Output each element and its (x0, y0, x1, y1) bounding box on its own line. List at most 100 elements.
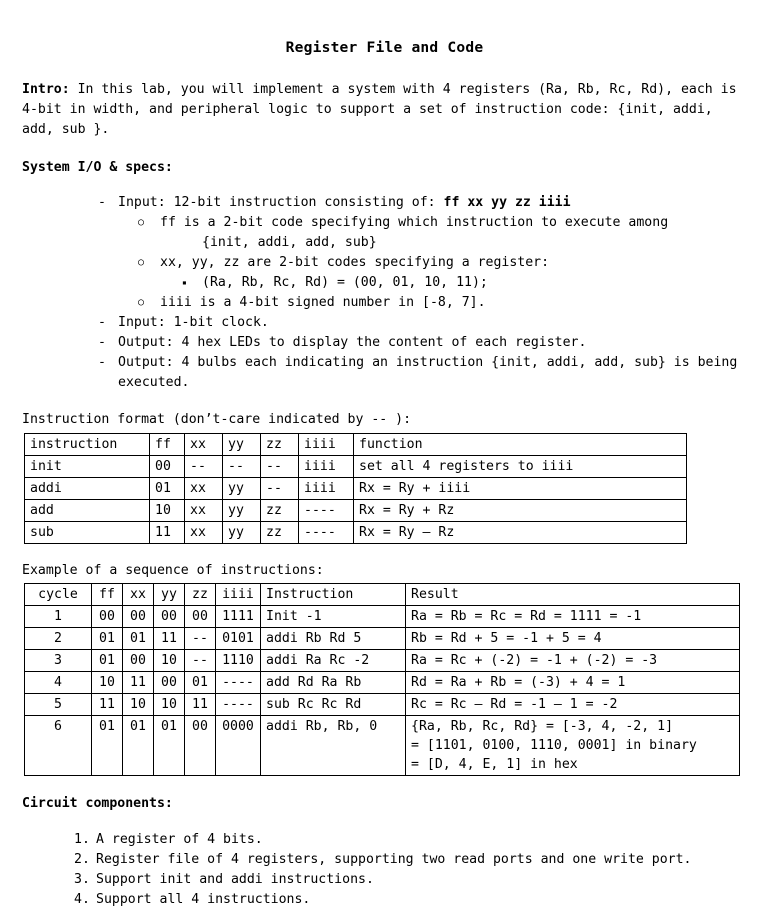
specs-list: - Input: 12-bit instruction consisting of… (22, 177, 747, 393)
cell-ff: 01 (91, 649, 123, 672)
cell-instruction: add Rd Ra Rb (260, 671, 406, 694)
spec-xyz-text: xx, yy, zz are 2-bit codes specifying a … (160, 255, 550, 270)
components-list: A register of 4 bits. Register file of 4… (22, 814, 747, 910)
column-header-ff: ff (149, 432, 185, 456)
cell-iiii: 0000 (215, 715, 261, 776)
intro-paragraph: Intro: In this lab, you will implement a… (22, 58, 747, 140)
cell-instruction: addi Ra Rc -2 (260, 649, 406, 672)
table-row: 1 00 00 00 00 1111 Init -1 Ra = Rb = Rc … (24, 605, 740, 628)
cell-zz: 11 (184, 693, 216, 716)
column-header-cycle: cycle (24, 583, 92, 606)
table-header-row: cycle ff xx yy zz iiii Instruction Resul… (24, 583, 740, 606)
intro-text: In this lab, you will implement a system… (22, 81, 737, 137)
cell-yy: yy (222, 476, 261, 500)
column-header-function: function (353, 432, 687, 456)
spec-output-leds-text: Output: 4 hex LEDs to display the conten… (118, 335, 587, 350)
cell-yy: 00 (153, 605, 185, 628)
spec-item-xyz: ○ xx, yy, zz are 2-bit codes specifying a… (118, 253, 747, 293)
table-row: 4 10 11 00 01 ---- add Rd Ra Rb Rd = Ra … (24, 671, 740, 694)
cell-iiii: ---- (298, 498, 354, 522)
instruction-format-table: instruction ff xx yy zz iiii function in… (24, 432, 687, 544)
cell-yy: yy (222, 498, 261, 522)
table-row: 5 11 10 10 11 ---- sub Rc Rc Rd Rc = Rc … (24, 693, 740, 716)
cell-ff: 10 (149, 498, 185, 522)
cell-function: set all 4 registers to iiii (353, 454, 687, 478)
cell-cycle: 6 (24, 715, 92, 776)
cell-zz: 00 (184, 715, 216, 776)
cell-zz: 00 (184, 605, 216, 628)
table-row: init 00 -- -- -- iiii set all 4 register… (24, 454, 687, 478)
dash-bullet-icon: - (98, 195, 106, 210)
table-row: 3 01 00 10 -- 1110 addi Ra Rc -2 Ra = Rc… (24, 649, 740, 672)
cell-result: {Ra, Rb, Rc, Rd} = [-3, 4, -2, 1] = [110… (405, 715, 740, 776)
spec-item-ff: ○ ff is a 2-bit code specifying which ins… (118, 213, 747, 253)
table-header-row: instruction ff xx yy zz iiii function (24, 432, 687, 456)
cell-iiii: ---- (215, 671, 261, 694)
cell-instruction: Init -1 (260, 605, 406, 628)
cell-result: Rb = Rd + 5 = -1 + 5 = 4 (405, 627, 740, 650)
spec-item-input-instruction: - Input: 12-bit instruction consisting of… (22, 193, 747, 313)
spec-item-output-bulbs: - Output: 4 bulbs each indicating an inst… (22, 353, 747, 393)
cell-result: Ra = Rb = Rc = Rd = 1111 = -1 (405, 605, 740, 628)
cell-cycle: 2 (24, 627, 92, 650)
cell-yy: 00 (153, 671, 185, 694)
dash-bullet-icon: - (98, 355, 106, 370)
cell-xx: 10 (122, 693, 154, 716)
square-bullet-icon: ▪ (182, 278, 187, 287)
specs-sublist: ○ ff is a 2-bit code specifying which ins… (118, 213, 747, 313)
spec-input-instruction-text: Input: 12-bit instruction consisting of: (118, 195, 444, 210)
list-item: Register file of 4 registers, supporting… (74, 850, 692, 870)
table-row: 2 01 01 11 -- 0101 addi Rb Rd 5 Rb = Rd … (24, 627, 740, 650)
list-item: Support all 4 instructions. (74, 890, 311, 910)
cell-result: Rd = Ra + Rb = (-3) + 4 = 1 (405, 671, 740, 694)
column-header-xx: xx (122, 583, 154, 606)
column-header-yy: yy (222, 432, 261, 456)
cell-xx: 00 (122, 649, 154, 672)
spec-input-clock-text: Input: 1-bit clock. (118, 315, 269, 330)
cell-yy: 11 (153, 627, 185, 650)
column-header-xx: xx (184, 432, 223, 456)
column-header-iiii: iiii (215, 583, 261, 606)
cell-function: Rx = Ry + Rz (353, 498, 687, 522)
cell-ff: 11 (91, 693, 123, 716)
cell-cycle: 5 (24, 693, 92, 716)
cell-xx: -- (184, 454, 223, 478)
cell-iiii: iiii (298, 454, 354, 478)
cell-ff: 01 (149, 476, 185, 500)
cell-result: Rc = Rc – Rd = -1 – 1 = -2 (405, 693, 740, 716)
cell-zz: -- (184, 649, 216, 672)
cell-iiii: 0101 (215, 627, 261, 650)
cell-xx: xx (184, 498, 223, 522)
circle-bullet-icon: ○ (138, 217, 145, 228)
list-item: A register of 4 bits. (74, 830, 263, 850)
spec-ff-continuation: {init, addi, add, sub} (202, 235, 377, 250)
cell-xx: 00 (122, 605, 154, 628)
spec-item-register-encoding: ▪ (Ra, Rb, Rc, Rd) = (00, 01, 10, 11); (160, 273, 747, 293)
circle-bullet-icon: ○ (138, 297, 145, 308)
cell-ff: 00 (91, 605, 123, 628)
cell-ff: 01 (91, 715, 123, 776)
cell-function: Rx = Ry – Rz (353, 520, 687, 544)
table-row: add 10 xx yy zz ---- Rx = Ry + Rz (24, 498, 687, 522)
circle-bullet-icon: ○ (138, 257, 145, 268)
cell-yy: yy (222, 520, 261, 544)
cell-ff: 11 (149, 520, 185, 544)
column-header-instruction: instruction (24, 432, 150, 456)
cell-instruction: sub Rc Rc Rd (260, 693, 406, 716)
cell-yy: -- (222, 454, 261, 478)
cell-ff: 00 (149, 454, 185, 478)
cell-iiii: 1110 (215, 649, 261, 672)
cell-iiii: ---- (298, 520, 354, 544)
cell-yy: 10 (153, 693, 185, 716)
cell-instruction: add (24, 498, 150, 522)
column-header-ff: ff (91, 583, 123, 606)
spec-input-instruction-format: ff xx yy zz iiii (443, 195, 571, 210)
spec-register-encoding-text: (Ra, Rb, Rc, Rd) = (00, 01, 10, 11); (202, 275, 488, 290)
column-header-instruction: Instruction (260, 583, 406, 606)
cell-instruction: sub (24, 520, 150, 544)
cell-xx: xx (184, 520, 223, 544)
cell-cycle: 3 (24, 649, 92, 672)
cell-result: Ra = Rc + (-2) = -1 + (-2) = -3 (405, 649, 740, 672)
spec-item-input-clock: - Input: 1-bit clock. (22, 313, 747, 333)
document-page: Register File and Code Intro: In this la… (0, 0, 769, 910)
